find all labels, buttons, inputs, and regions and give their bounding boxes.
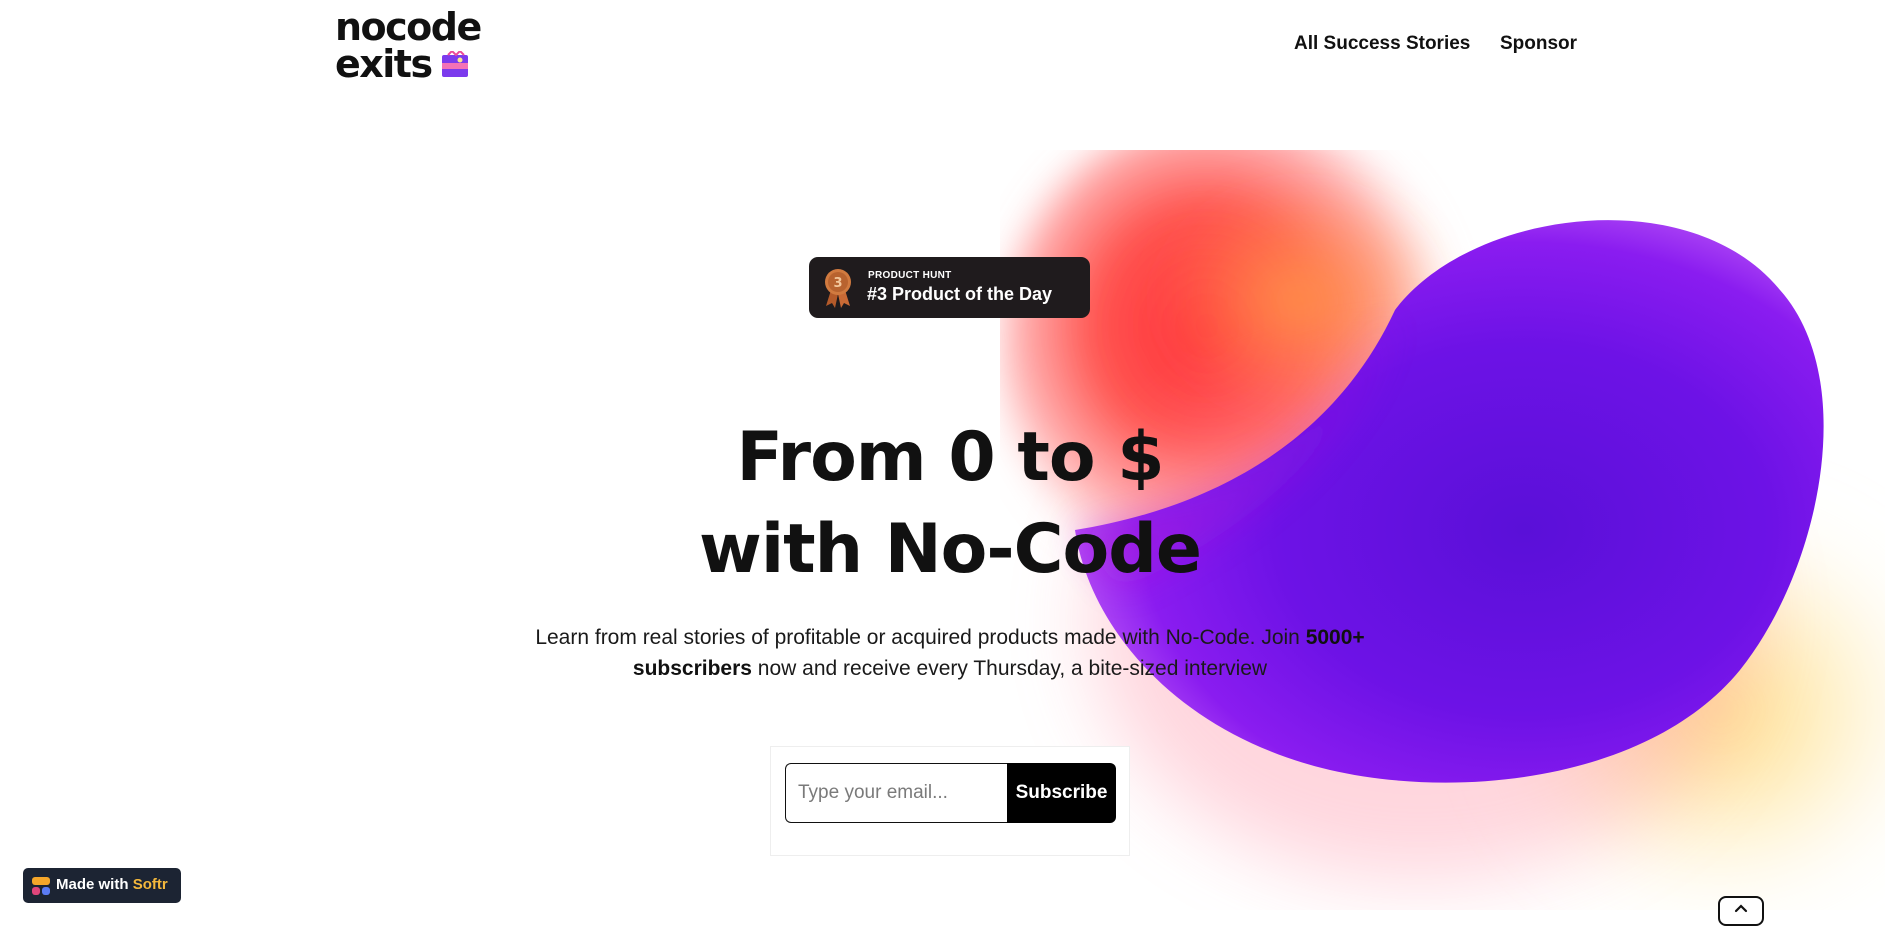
- logo-line-2-text: exits: [335, 42, 433, 86]
- bronze-medal-icon: 3: [825, 269, 851, 308]
- softr-brand: Softr: [132, 876, 168, 893]
- softr-logo-icon: [32, 877, 50, 895]
- hero-headline-line-1: From 0 to $: [736, 418, 1164, 497]
- made-with-softr-badge[interactable]: Made with Softr: [23, 868, 181, 903]
- scroll-to-top-button[interactable]: [1718, 896, 1764, 926]
- product-hunt-badge[interactable]: 3 PRODUCT HUNT #3 Product of the Day: [809, 257, 1090, 318]
- site-logo[interactable]: nocode exits: [335, 5, 482, 83]
- badge-kicker: PRODUCT HUNT: [868, 270, 952, 281]
- softr-prefix: Made with: [56, 876, 129, 893]
- chevron-up-icon: [1734, 904, 1748, 913]
- softr-label: Made with Softr: [56, 876, 168, 893]
- nav-sponsor[interactable]: Sponsor: [1500, 33, 1577, 55]
- logo-line-1: nocode: [335, 5, 482, 49]
- subscribe-button[interactable]: Subscribe: [1007, 763, 1116, 823]
- email-input[interactable]: [785, 763, 1009, 823]
- nav-all-success-stories[interactable]: All Success Stories: [1294, 33, 1470, 55]
- subtitle-text-start: Learn from real stories of profitable or…: [535, 626, 1306, 649]
- logo-line-2: exits: [335, 45, 481, 83]
- hero-headline-line-2: with No-Code: [699, 510, 1202, 589]
- subtitle-text-end: now and receive every Thursday, a bite-s…: [751, 657, 1268, 680]
- medal-number: 3: [833, 276, 842, 291]
- hero-subtitle: Learn from real stories of profitable or…: [520, 622, 1380, 684]
- badge-title: #3 Product of the Day: [867, 284, 1053, 304]
- flag-icon: [441, 51, 468, 77]
